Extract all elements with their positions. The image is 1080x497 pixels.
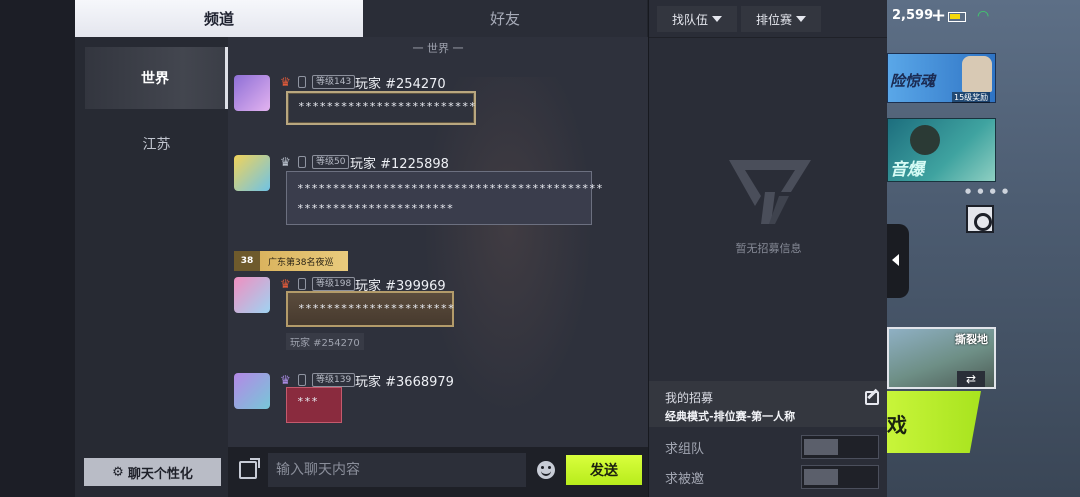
rank-icon: ♛ [280, 277, 291, 291]
background-character [408, 77, 608, 447]
avatar[interactable] [234, 155, 270, 191]
toggle-knob [804, 469, 838, 485]
gear-icon: ⚙ [112, 464, 124, 480]
chevron-down-icon [712, 16, 722, 22]
settings-square-icon[interactable] [966, 205, 994, 233]
event-card-title: 险惊魂 [890, 72, 936, 90]
message-bubble: *** [286, 387, 342, 423]
my-recruit-section: 我的招募 经典模式-排位赛-第一人称 [649, 381, 888, 427]
swap-icon[interactable]: ⇄ [957, 371, 985, 387]
event-banner: 38 广东第38名夜巡 [234, 251, 348, 271]
divider [649, 37, 888, 38]
chevron-down-icon [796, 16, 806, 22]
message-line: ********************** [297, 202, 454, 215]
event-badge: 38 [234, 251, 260, 271]
rank-icon: ♛ [280, 75, 291, 89]
rank-icon: ♛ [280, 155, 291, 169]
filter-rank-label: 排位赛 [755, 12, 792, 27]
find-team-toggle[interactable] [801, 435, 879, 459]
message-line: ****************************************… [297, 182, 604, 195]
sidebar-item-jiangsu[interactable]: 江苏 [85, 113, 228, 175]
my-recruit-mode: 经典模式-排位赛-第一人称 [665, 410, 796, 423]
toggle-knob [804, 439, 838, 455]
level-tag: 等级198 [312, 277, 356, 291]
empty-logo-icon [729, 160, 811, 224]
player-name[interactable]: 玩家 #3668979 [355, 371, 454, 390]
toggle-label: 求组队 [665, 442, 705, 457]
map-name: 撕裂地 [955, 333, 988, 346]
filter-team-dropdown[interactable]: 找队伍 [657, 6, 737, 32]
quoted-player-tag[interactable]: 玩家 #254270 [286, 333, 364, 350]
be-invited-toggle[interactable] [801, 465, 879, 489]
event-card-subtitle: 15级奖励 [952, 92, 991, 103]
phone-icon [298, 278, 306, 290]
currency-amount: 2,599 [892, 8, 934, 23]
collapse-panel-tab[interactable] [887, 224, 909, 298]
player-name[interactable]: 玩家 #254270 [355, 73, 446, 92]
event-card[interactable]: 险惊魂 15级奖励 [887, 53, 996, 103]
toggle-row-find-team: 求组队 [649, 432, 888, 462]
start-game-label: 戏 [887, 413, 907, 437]
chat-customize-button[interactable]: ⚙ 聊天个性化 [84, 458, 221, 486]
recruit-panel: 找队伍 排位赛 暂无招募信息 我的招募 经典模式-排位赛-第一人称 求组队 求被… [648, 0, 888, 497]
channel-sidebar: 世界 江苏 ⚙ 聊天个性化 [75, 37, 228, 497]
chat-message-area[interactable]: 一 世界 一 ♛ 等级143 玩家 #254270 **************… [228, 37, 648, 447]
edit-icon[interactable] [865, 391, 879, 405]
empty-state-text: 暂无招募信息 [735, 242, 802, 255]
sidebar-item-world[interactable]: 世界 [85, 47, 228, 109]
tab-friends[interactable]: 好友 [363, 0, 647, 37]
message-bubble: ************************* [286, 91, 476, 125]
level-tag: 等级143 [312, 75, 356, 89]
add-currency-icon[interactable]: + [931, 5, 946, 26]
avatar[interactable] [234, 75, 270, 111]
toggle-label: 求被邀 [665, 472, 705, 487]
share-icon[interactable] [239, 458, 260, 479]
avatar[interactable] [234, 277, 270, 313]
promo-card-title: 音爆 [890, 160, 924, 180]
wifi-icon: ◠ [977, 8, 990, 24]
chat-input[interactable] [268, 453, 526, 487]
game-lobby-background: 2,599 + ◠ 险惊魂 15级奖励 音爆 ● ● ● ● 撕裂地 ⇄ 戏 [887, 0, 1080, 497]
toggle-row-be-invited: 求被邀 [649, 462, 888, 492]
send-button[interactable]: 发送 [566, 455, 642, 485]
rank-icon: ♛ [280, 373, 291, 387]
message-bubble: ****************************************… [286, 171, 604, 225]
level-tag: 等级139 [312, 373, 356, 387]
phone-icon [298, 76, 306, 88]
start-game-button[interactable]: 戏 [887, 391, 981, 453]
filter-rank-dropdown[interactable]: 排位赛 [741, 6, 821, 32]
tab-channel[interactable]: 频道 [75, 0, 363, 37]
phone-icon [298, 156, 306, 168]
emoji-icon[interactable] [537, 461, 555, 479]
level-tag: 等级50 [312, 155, 350, 169]
channel-divider: 一 世界 一 [412, 42, 464, 55]
promo-character [910, 125, 940, 155]
left-frame [0, 0, 75, 497]
filter-team-label: 找队伍 [671, 12, 708, 27]
my-recruit-title: 我的招募 [665, 391, 714, 405]
carousel-dots[interactable]: ● ● ● ● [965, 187, 1010, 195]
player-name[interactable]: 玩家 #1225898 [350, 153, 449, 172]
battery-icon [948, 12, 966, 22]
avatar[interactable] [234, 373, 270, 409]
promo-card[interactable]: 音爆 [887, 118, 996, 182]
chat-input-bar: 发送 [228, 447, 648, 497]
message-bubble: ********************** [286, 291, 454, 327]
event-banner-text: 广东第38名夜巡 [268, 257, 334, 268]
event-hero-portrait [962, 56, 992, 92]
chat-customize-label: 聊天个性化 [127, 466, 193, 482]
map-card[interactable]: 撕裂地 ⇄ [887, 327, 996, 389]
phone-icon [298, 374, 306, 386]
